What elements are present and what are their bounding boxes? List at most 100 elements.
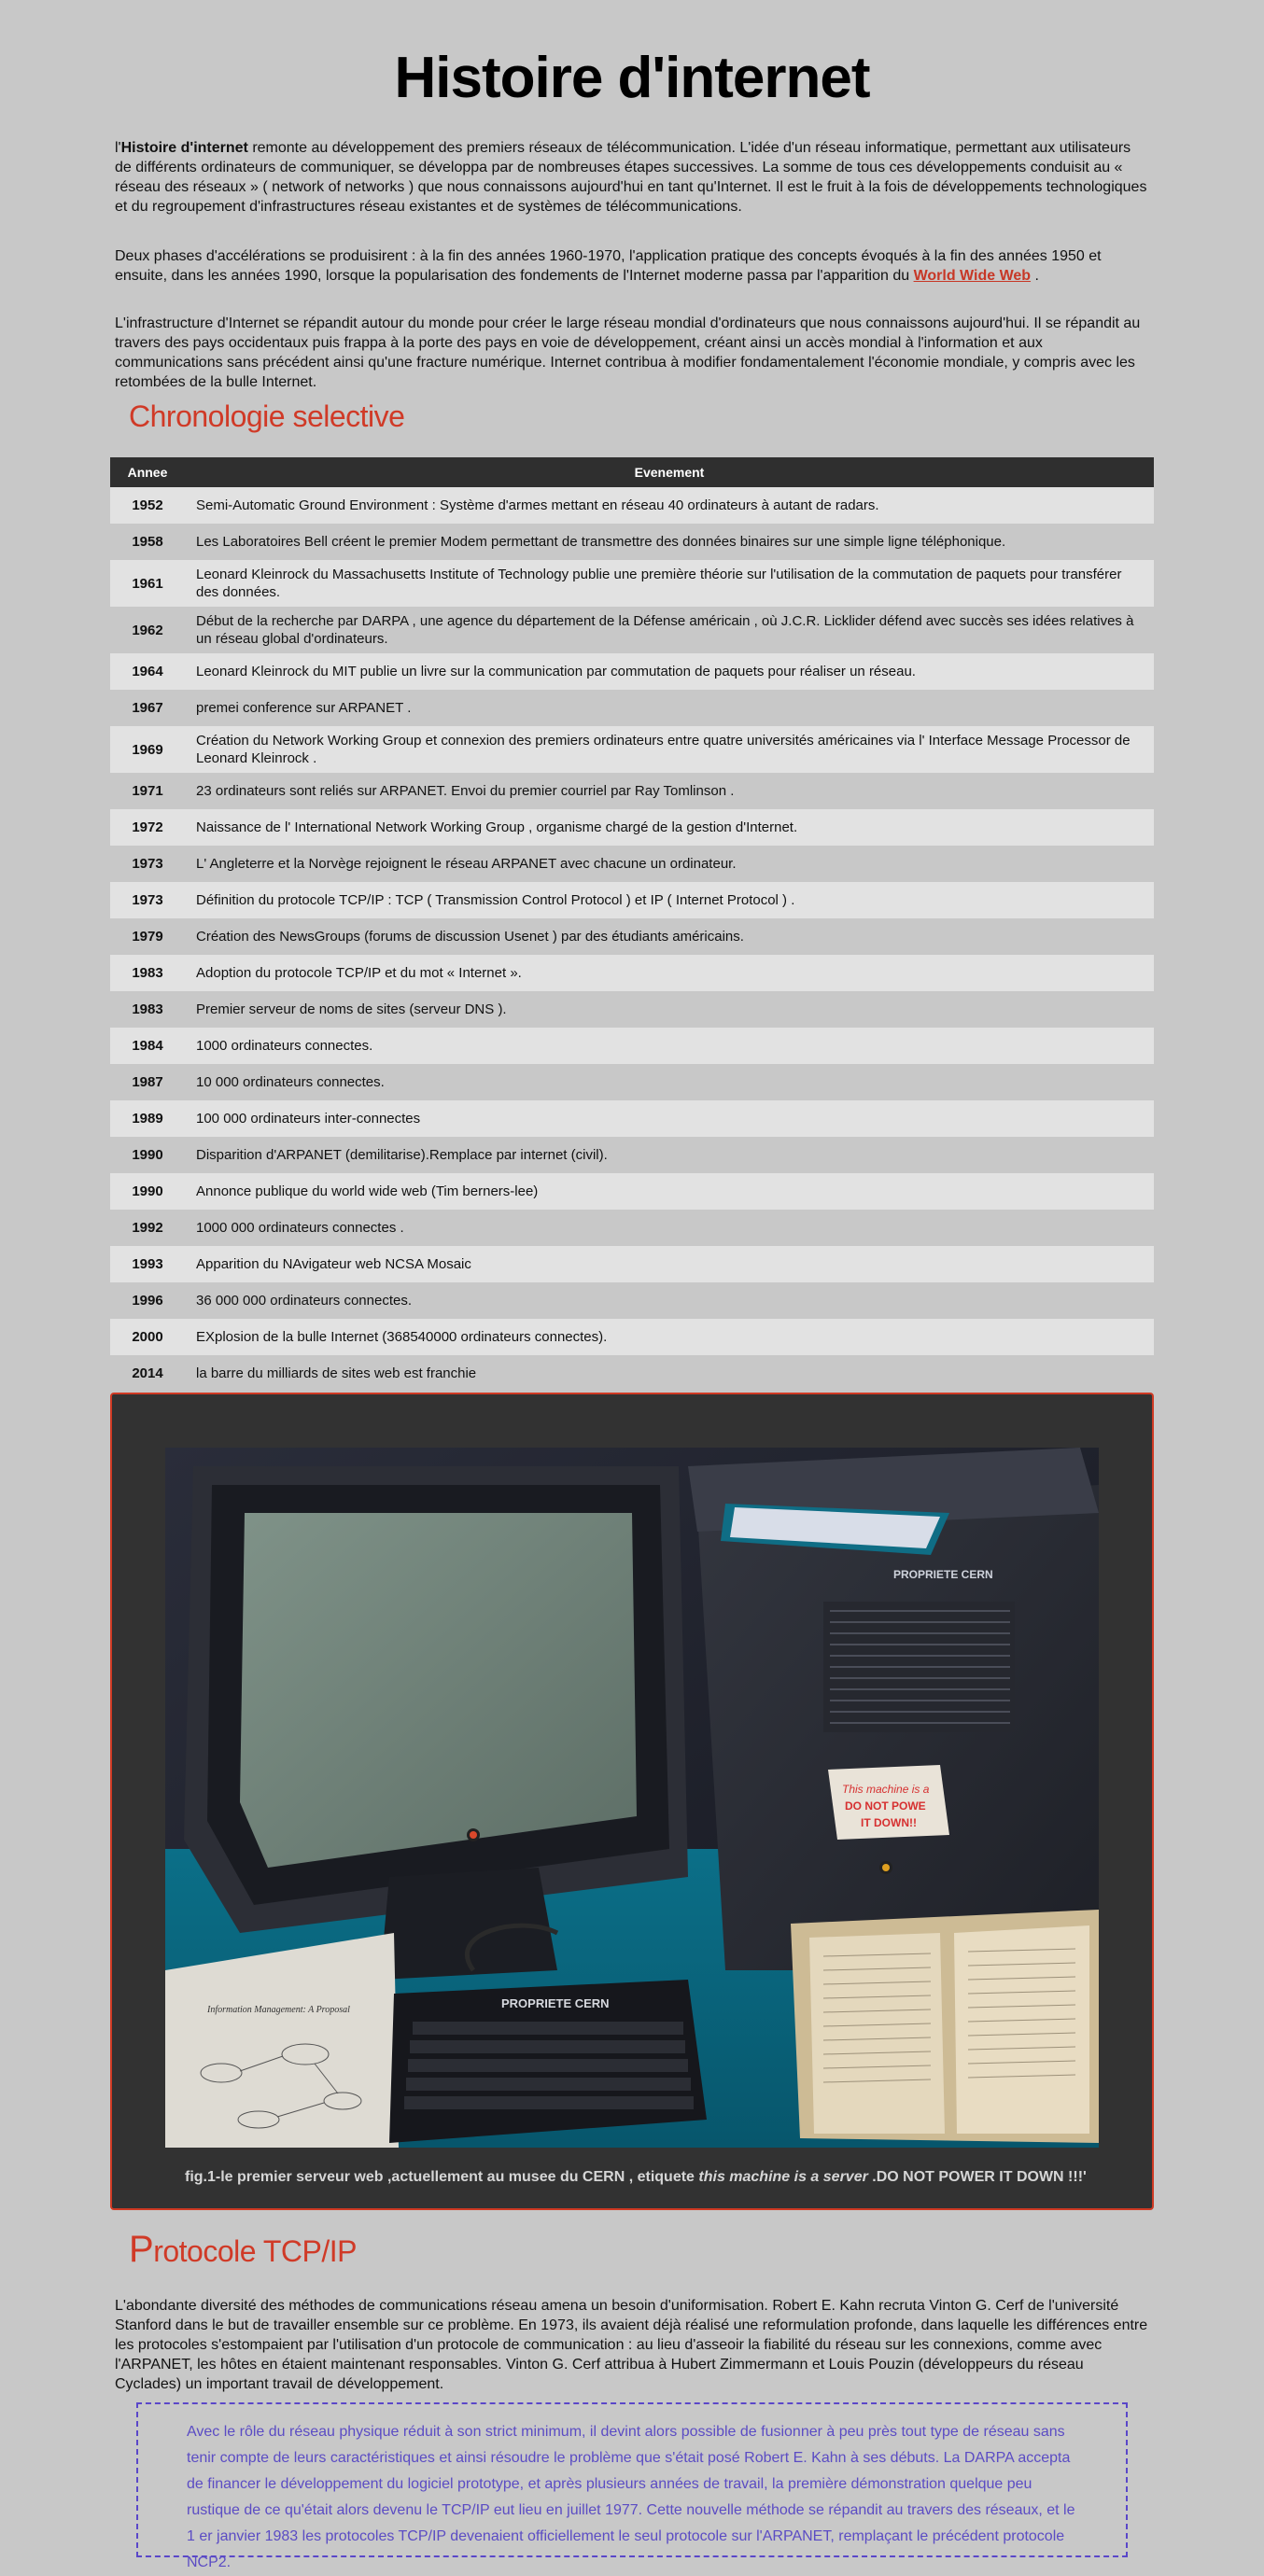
row-event: 100 000 ordinateurs inter-connectes xyxy=(185,1100,1154,1137)
row-year: 1984 xyxy=(110,1028,185,1064)
table-row: 1967 premei conference sur ARPANET . xyxy=(110,690,1154,726)
row-year: 1952 xyxy=(110,487,185,524)
intro-prefix: l' xyxy=(115,140,121,156)
row-event: premei conference sur ARPANET . xyxy=(185,690,1154,726)
intro-text: remonte au développement des premiers ré… xyxy=(115,140,1147,215)
row-event: Création du Network Working Group et con… xyxy=(185,726,1154,773)
row-event: Définition du protocole TCP/IP : TCP ( T… xyxy=(185,882,1154,918)
row-event: 10 000 ordinateurs connectes. xyxy=(185,1064,1154,1100)
table-row: 1971 23 ordinateurs sont reliés sur ARPAN… xyxy=(110,773,1154,809)
tcp-quote-box: Avec le rôle du réseau physique réduit à… xyxy=(136,2402,1128,2570)
table-row: 1952 Semi-Automatic Ground Environment : … xyxy=(110,487,1154,524)
column-header-event: Evenement xyxy=(185,457,1154,487)
table-row: 1983 Adoption du protocole TCP/IP et du m… xyxy=(110,955,1154,991)
row-year: 1983 xyxy=(110,955,185,991)
cern-server-photo: PROPRIETE CERN This machine is a DO NOT … xyxy=(165,1448,1099,2148)
row-year: 1979 xyxy=(110,918,185,955)
table-row: 1996 36 000 000 ordinateurs connectes. xyxy=(110,1282,1154,1319)
phases-end: . xyxy=(1031,268,1039,284)
row-year: 1987 xyxy=(110,1064,185,1100)
intro-paragraph-1: l'Histoire d'internet remonte au dévelop… xyxy=(115,138,1151,217)
row-event: Adoption du protocole TCP/IP et du mot «… xyxy=(185,955,1154,991)
keyboard-label: PROPRIETE CERN xyxy=(501,1996,610,2010)
table-row: 1984 1000 ordinateurs connectes. xyxy=(110,1028,1154,1064)
intro-bold-term: Histoire d'internet xyxy=(120,140,248,156)
table-row: 2014 la barre du milliards de sites web e… xyxy=(110,1355,1154,1392)
table-row: 1973 L' Angleterre et la Norvège rejoigne… xyxy=(110,846,1154,882)
row-event: L' Angleterre et la Norvège rejoignent l… xyxy=(185,846,1154,882)
row-year: 1973 xyxy=(110,846,185,882)
table-row: 2000 EXplosion de la bulle Internet (3685… xyxy=(110,1319,1154,1355)
figure-caption: fig.1-le premier serveur web ,actuelleme… xyxy=(185,2169,1118,2186)
caption-prefix: fig.1-le premier serveur web ,actuelleme… xyxy=(185,2169,699,2185)
row-year: 1971 xyxy=(110,773,185,809)
caption-italic: this machine is a server xyxy=(698,2169,868,2185)
intro-paragraph-2: Deux phases d'accélérations se produisir… xyxy=(115,246,1151,286)
row-year: 1989 xyxy=(110,1100,185,1137)
row-event: 1000 000 ordinateurs connectes . xyxy=(185,1210,1154,1246)
row-year: 1996 xyxy=(110,1282,185,1319)
row-year: 1983 xyxy=(110,991,185,1028)
row-event: la barre du milliards de sites web est f… xyxy=(185,1355,1154,1392)
table-row: 1992 1000 000 ordinateurs connectes . xyxy=(110,1210,1154,1246)
row-year: 1967 xyxy=(110,690,185,726)
row-year: 1961 xyxy=(110,560,185,607)
table-header-row: Annee Evenement xyxy=(110,457,1154,487)
table-row: 1964 Leonard Kleinrock du MIT publie un l… xyxy=(110,653,1154,690)
row-year: 1973 xyxy=(110,882,185,918)
row-event: Début de la recherche par DARPA , une ag… xyxy=(185,607,1154,653)
row-year: 2000 xyxy=(110,1319,185,1355)
row-year: 1993 xyxy=(110,1246,185,1282)
row-event: Création des NewsGroups (forums de discu… xyxy=(185,918,1154,955)
row-year: 1990 xyxy=(110,1173,185,1210)
figure-box: PROPRIETE CERN This machine is a DO NOT … xyxy=(110,1393,1154,2210)
row-event: EXplosion de la bulle Internet (36854000… xyxy=(185,1319,1154,1355)
chronology-heading: Chronologie selective xyxy=(129,399,405,433)
page-title: Histoire d'internet xyxy=(394,46,870,110)
row-event: Naissance de l' International Network Wo… xyxy=(185,809,1154,846)
row-event: Premier serveur de noms de sites (serveu… xyxy=(185,991,1154,1028)
tcp-paragraph: L'abondante diversité des méthodes de co… xyxy=(115,2298,1148,2392)
row-event: 36 000 000 ordinateurs connectes. xyxy=(185,1282,1154,1319)
row-year: 1969 xyxy=(110,726,185,773)
sticker-line-3: IT DOWN!! xyxy=(861,1816,917,1829)
row-year: 1964 xyxy=(110,653,185,690)
row-event: Apparition du NAvigateur web NCSA Mosaic xyxy=(185,1246,1154,1282)
tcp-heading: Protocole TCP/IP xyxy=(129,2229,357,2271)
row-year: 1972 xyxy=(110,809,185,846)
table-row: 1958 Les Laboratoires Bell créent le prem… xyxy=(110,524,1154,560)
table-row: 1962 Début de la recherche par DARPA , un… xyxy=(110,607,1154,653)
row-year: 2014 xyxy=(110,1355,185,1392)
table-row: 1983 Premier serveur de noms de sites (se… xyxy=(110,991,1154,1028)
row-year: 1990 xyxy=(110,1137,185,1173)
caption-suffix: .DO NOT POWER IT DOWN !!!' xyxy=(867,2169,1087,2185)
row-event: Leonard Kleinrock du MIT publie un livre… xyxy=(185,653,1154,690)
paper-title: Information Management: A Proposal xyxy=(206,2005,350,2015)
table-row: 1973 Définition du protocole TCP/IP : TCP… xyxy=(110,882,1154,918)
table-row: 1961 Leonard Kleinrock du Massachusetts I… xyxy=(110,560,1154,607)
row-event: 1000 ordinateurs connectes. xyxy=(185,1028,1154,1064)
tcp-heading-initial: P xyxy=(129,2229,154,2270)
row-year: 1992 xyxy=(110,1210,185,1246)
row-event: Semi-Automatic Ground Environment : Syst… xyxy=(185,487,1154,524)
row-event: 23 ordinateurs sont reliés sur ARPANET. … xyxy=(185,773,1154,809)
row-event: Les Laboratoires Bell créent le premier … xyxy=(185,524,1154,560)
table-row: 1972 Naissance de l' International Networ… xyxy=(110,809,1154,846)
sticker-line-2: DO NOT POWE xyxy=(845,1799,926,1813)
table-row: 1990 Annonce publique du world wide web (… xyxy=(110,1173,1154,1210)
row-year: 1958 xyxy=(110,524,185,560)
box-label: PROPRIETE CERN xyxy=(893,1568,993,1581)
row-year: 1962 xyxy=(110,607,185,653)
table-row: 1993 Apparition du NAvigateur web NCSA Mo… xyxy=(110,1246,1154,1282)
table-row: 1969 Création du Network Working Group et… xyxy=(110,726,1154,773)
row-event: Disparition d'ARPANET (demilitarise).Rem… xyxy=(185,1137,1154,1173)
column-header-year: Annee xyxy=(110,457,185,487)
row-event: Annonce publique du world wide web (Tim … xyxy=(185,1173,1154,1210)
chronology-table: Annee Evenement 1952 Semi-Automatic Groun… xyxy=(110,457,1154,1392)
sticker-line-1: This machine is a xyxy=(842,1783,930,1796)
intro-paragraph-3: L'infrastructure d'Internet se répandit … xyxy=(115,315,1141,390)
world-wide-web-link[interactable]: World Wide Web xyxy=(914,268,1031,284)
table-row: 1990 Disparition d'ARPANET (demilitarise)… xyxy=(110,1137,1154,1173)
table-row: 1979 Création des NewsGroups (forums de d… xyxy=(110,918,1154,955)
table-row: 1989 100 000 ordinateurs inter-connectes xyxy=(110,1100,1154,1137)
